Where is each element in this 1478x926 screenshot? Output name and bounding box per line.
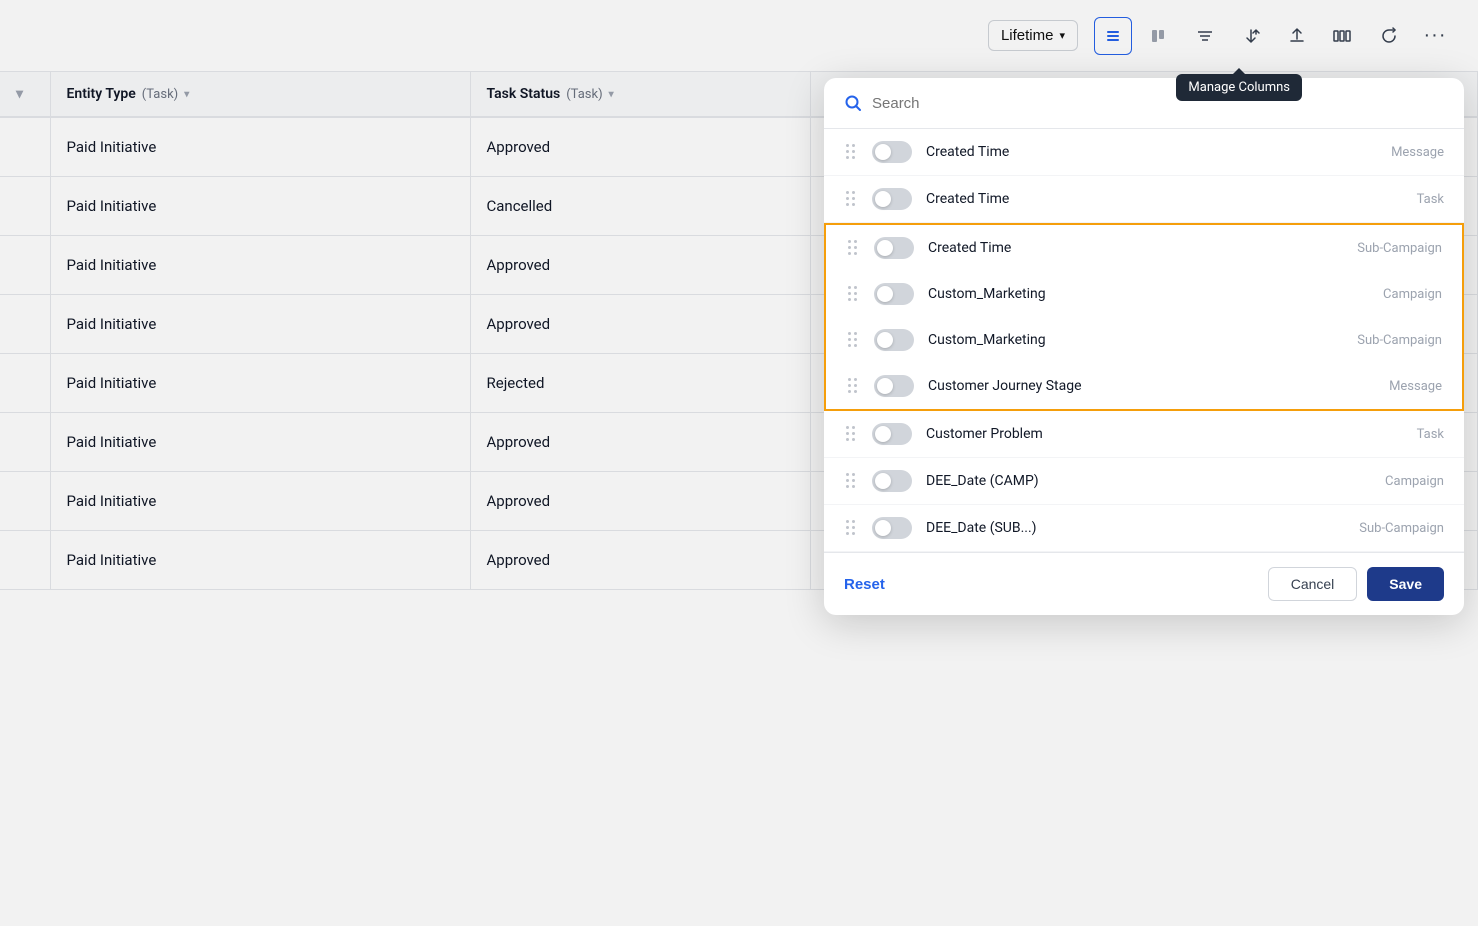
panel-item[interactable]: DEE_Date (SUB...) Sub-Campaign: [824, 505, 1464, 552]
panel-item[interactable]: Custom_Marketing Sub-Campaign: [824, 317, 1464, 363]
drag-handle[interactable]: [844, 424, 858, 444]
column-toggle-5[interactable]: [874, 375, 914, 397]
column-toggle-7[interactable]: [872, 470, 912, 492]
column-label-5: Customer Journey Stage: [928, 378, 1375, 394]
column-type-6: Task: [1417, 427, 1444, 442]
drag-handle[interactable]: [844, 142, 858, 162]
column-type-3: Campaign: [1383, 287, 1442, 302]
column-toggle-2[interactable]: [874, 237, 914, 259]
drag-handle[interactable]: [844, 471, 858, 491]
column-type-5: Message: [1389, 379, 1442, 394]
column-type-7: Campaign: [1385, 474, 1444, 489]
drag-handle[interactable]: [844, 518, 858, 538]
columns-list: Created Time Message Created Time Task C…: [824, 129, 1464, 552]
column-label-7: DEE_Date (CAMP): [926, 473, 1371, 489]
column-type-4: Sub-Campaign: [1357, 333, 1442, 348]
column-label-2: Created Time: [928, 240, 1343, 256]
panel-item[interactable]: Created Time Sub-Campaign: [824, 223, 1464, 271]
search-input[interactable]: [872, 95, 1444, 112]
panel-footer: Reset Cancel Save: [824, 552, 1464, 615]
drag-handle[interactable]: [846, 284, 860, 304]
panel-item[interactable]: Customer Problem Task: [824, 411, 1464, 458]
reset-button[interactable]: Reset: [844, 576, 885, 593]
manage-columns-tooltip: Manage Columns: [1176, 74, 1302, 101]
drag-handle[interactable]: [846, 376, 860, 396]
column-label-4: Custom_Marketing: [928, 332, 1343, 348]
column-type-2: Sub-Campaign: [1357, 241, 1442, 256]
column-label-3: Custom_Marketing: [928, 286, 1369, 302]
panel-item[interactable]: Customer Journey Stage Message: [824, 363, 1464, 411]
column-toggle-8[interactable]: [872, 517, 912, 539]
drag-handle[interactable]: [844, 189, 858, 209]
column-toggle-3[interactable]: [874, 283, 914, 305]
column-type-8: Sub-Campaign: [1359, 521, 1444, 536]
panel-item[interactable]: Custom_Marketing Campaign: [824, 271, 1464, 317]
panel-item[interactable]: Created Time Message: [824, 129, 1464, 176]
panel-search-container: [824, 78, 1464, 129]
column-type-1: Task: [1417, 192, 1444, 207]
footer-actions: Cancel Save: [1268, 567, 1444, 601]
column-label-6: Customer Problem: [926, 426, 1403, 442]
column-type-0: Message: [1391, 145, 1444, 160]
drag-handle[interactable]: [846, 238, 860, 258]
column-toggle-6[interactable]: [872, 423, 912, 445]
panel-item[interactable]: DEE_Date (CAMP) Campaign: [824, 458, 1464, 505]
column-toggle-0[interactable]: [872, 141, 912, 163]
column-label-8: DEE_Date (SUB...): [926, 520, 1345, 536]
save-button[interactable]: Save: [1367, 567, 1444, 601]
search-icon: [844, 94, 862, 112]
column-label-1: Created Time: [926, 191, 1403, 207]
column-toggle-1[interactable]: [872, 188, 912, 210]
column-toggle-4[interactable]: [874, 329, 914, 351]
manage-columns-panel: Created Time Message Created Time Task C…: [824, 78, 1464, 615]
column-label-0: Created Time: [926, 144, 1377, 160]
drag-handle[interactable]: [846, 330, 860, 350]
cancel-button[interactable]: Cancel: [1268, 567, 1358, 601]
panel-item[interactable]: Created Time Task: [824, 176, 1464, 223]
